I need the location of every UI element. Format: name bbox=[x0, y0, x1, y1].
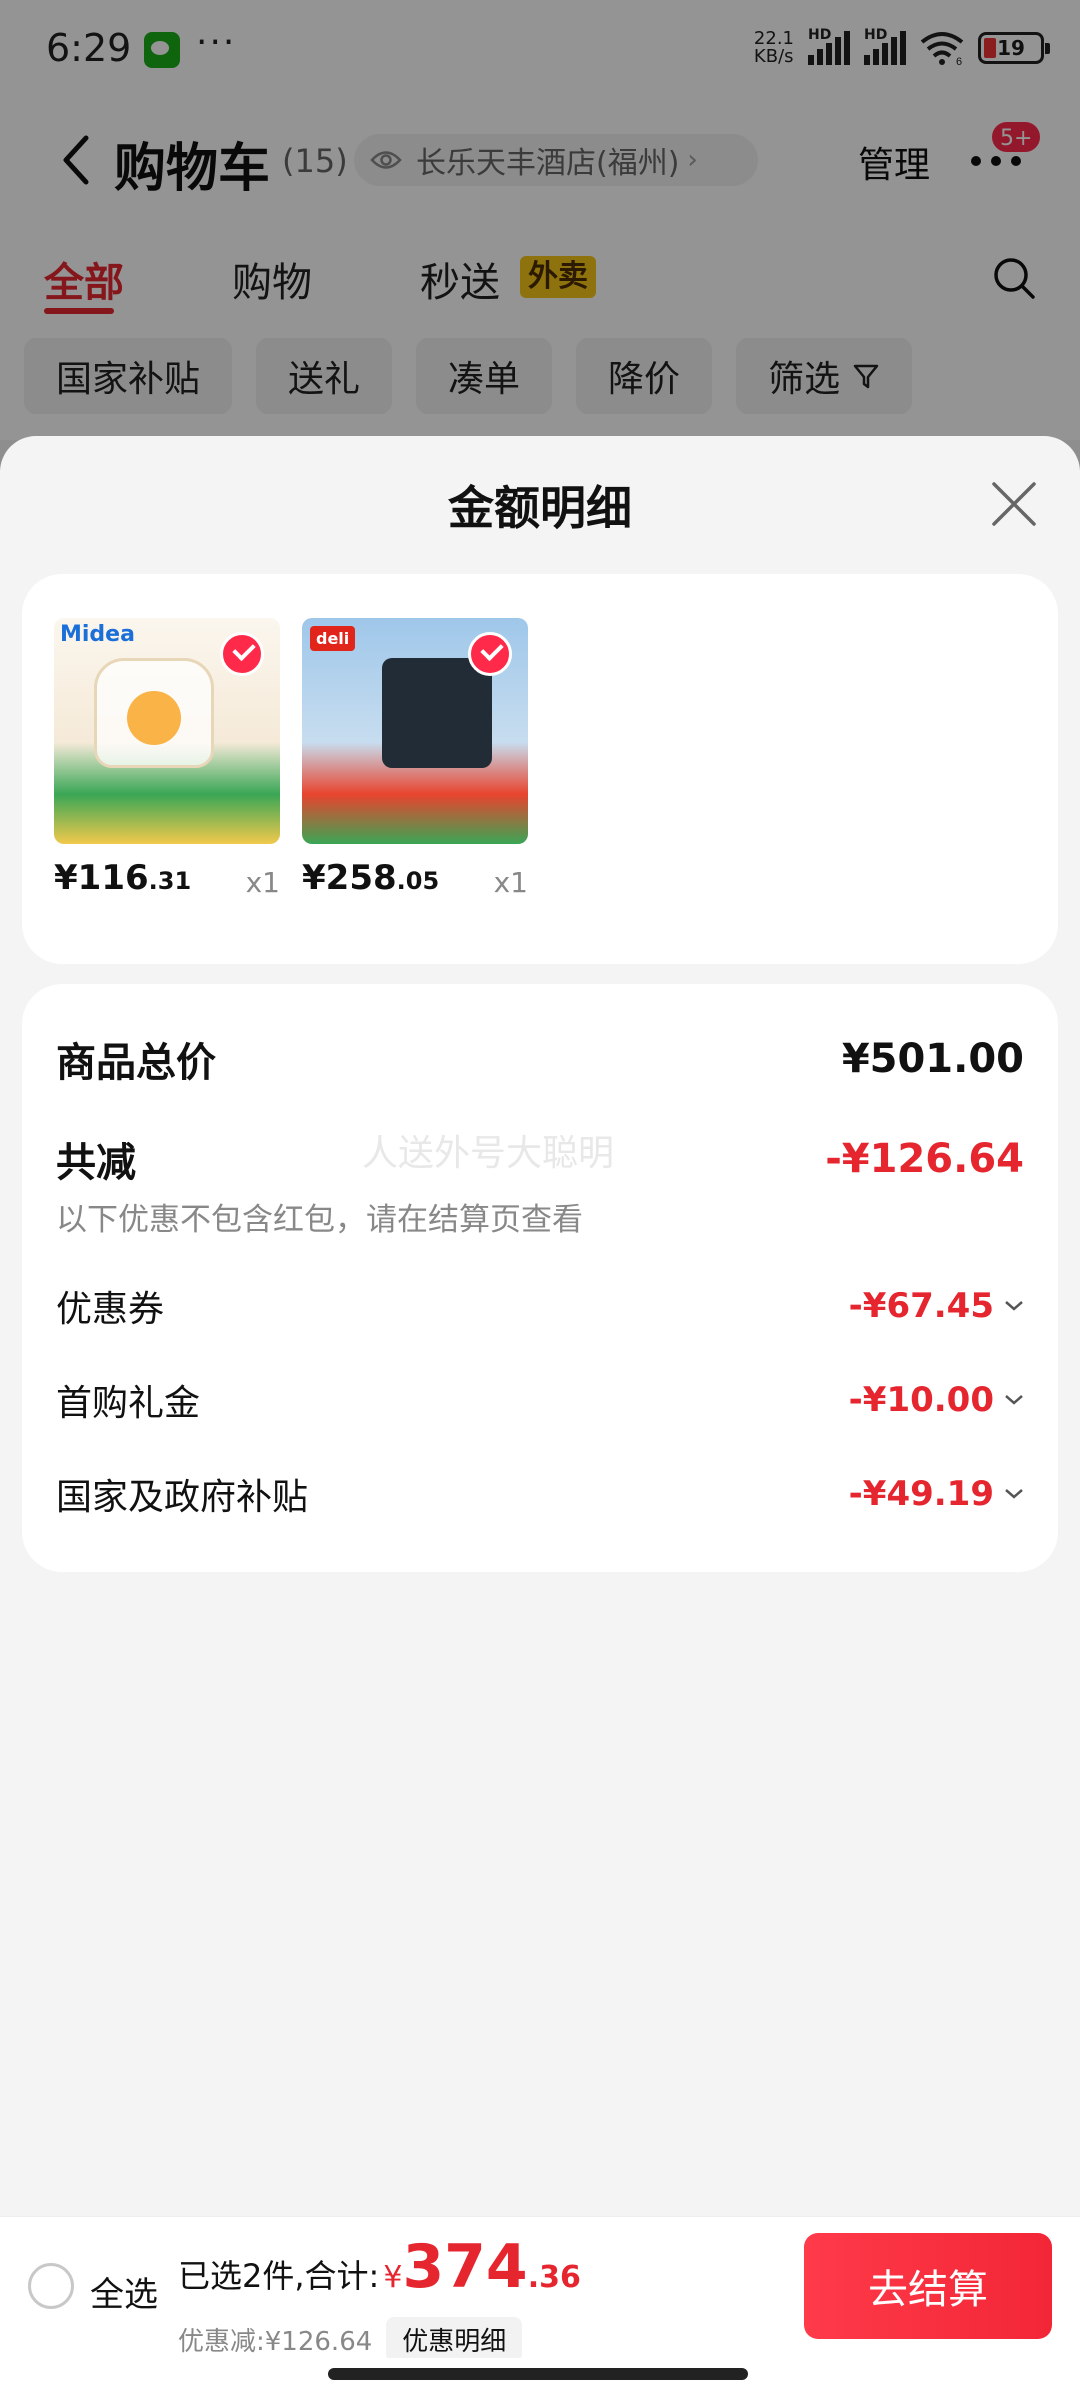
discount-detail-button[interactable]: 优惠明细 bbox=[386, 2317, 523, 2362]
product-image: Midea bbox=[54, 618, 280, 844]
brand-logo: deli bbox=[310, 626, 356, 651]
amount-detail-sheet: 金额明细 Midea ¥116.31 x1 deli ¥258.05 x1 人送… bbox=[0, 436, 1080, 2216]
product-item[interactable]: deli ¥258.05 x1 bbox=[302, 618, 530, 899]
select-all-label[interactable]: 全选 bbox=[90, 2267, 158, 2316]
first-purchase-gift-row[interactable]: 首购礼金 -¥10.00 bbox=[56, 1374, 1024, 1426]
total-integer: 374 bbox=[402, 2232, 528, 2302]
discount-summary: 优惠减:¥126.64 优惠明细 bbox=[178, 2317, 523, 2362]
product-quantity: x1 bbox=[493, 866, 528, 899]
price-decimal: .05 bbox=[396, 867, 440, 895]
product-image: deli bbox=[302, 618, 528, 844]
discount-amount: -¥49.19 bbox=[848, 1474, 994, 1514]
kettle-image bbox=[94, 658, 214, 768]
total-price-value: ¥501.00 bbox=[841, 1036, 1024, 1082]
select-all-radio[interactable] bbox=[28, 2263, 74, 2309]
total-price-row: 商品总价 ¥501.00 bbox=[56, 1030, 1024, 1088]
coupon-row[interactable]: 优惠券 -¥67.45 bbox=[56, 1280, 1024, 1332]
price-breakdown-card: 人送外号大聪明 商品总价 ¥501.00 共减 -¥126.64 以下优惠不包含… bbox=[22, 984, 1058, 1572]
chevron-down-icon bbox=[1005, 1301, 1023, 1311]
order-summary: 已选 2件,合计: ¥ 374 .36 bbox=[178, 2232, 581, 2302]
currency-symbol: ¥ bbox=[383, 2260, 403, 2295]
selected-products-card: Midea ¥116.31 x1 deli ¥258.05 x1 bbox=[22, 574, 1058, 964]
checkout-button[interactable]: 去结算 bbox=[804, 2233, 1052, 2339]
home-indicator[interactable] bbox=[328, 2368, 748, 2380]
product-quantity: x1 bbox=[245, 866, 280, 899]
chevron-down-icon bbox=[1005, 1489, 1023, 1499]
government-subsidy-row[interactable]: 国家及政府补贴 -¥49.19 bbox=[56, 1468, 1024, 1520]
discount-value: -¥10.00 bbox=[849, 1380, 1024, 1420]
total-decimal: .36 bbox=[527, 2260, 581, 2295]
chevron-down-icon bbox=[1005, 1395, 1023, 1405]
total-price-label: 商品总价 bbox=[56, 1040, 216, 1086]
discount-total: 优惠减:¥126.64 bbox=[178, 2327, 373, 2357]
discount-amount: -¥10.00 bbox=[848, 1380, 994, 1420]
price-decimal: .31 bbox=[148, 867, 192, 895]
selected-check-icon bbox=[220, 632, 264, 676]
product-item[interactable]: Midea ¥116.31 x1 bbox=[54, 618, 282, 899]
close-icon[interactable] bbox=[990, 480, 1038, 528]
checkout-bar: 全选 已选 2件,合计: ¥ 374 .36 优惠减:¥126.64 优惠明细 … bbox=[0, 2216, 1080, 2362]
discount-label: 国家及政府补贴 bbox=[56, 1477, 309, 1518]
brand-logo: Midea bbox=[60, 622, 135, 647]
discount-value: -¥67.45 bbox=[849, 1286, 1024, 1326]
total-reduction-value: -¥126.64 bbox=[825, 1136, 1024, 1182]
price-integer: ¥116 bbox=[54, 858, 149, 898]
summary-prefix: 已选 bbox=[178, 2257, 243, 2295]
total-reduction-label: 共减 bbox=[56, 1140, 136, 1186]
sheet-title: 金额明细 bbox=[448, 481, 632, 535]
discount-amount: -¥67.45 bbox=[848, 1286, 994, 1326]
machine-image bbox=[382, 658, 492, 768]
total-reduction-row: 共减 -¥126.64 bbox=[56, 1130, 1024, 1188]
selected-count: 2件,合计: bbox=[242, 2257, 380, 2295]
discount-value: -¥49.19 bbox=[849, 1474, 1024, 1514]
modal-overlay[interactable] bbox=[0, 0, 1080, 470]
discount-label: 首购礼金 bbox=[56, 1383, 201, 1424]
price-integer: ¥258 bbox=[302, 858, 397, 898]
discount-label: 优惠券 bbox=[56, 1289, 165, 1330]
selected-check-icon bbox=[468, 632, 512, 676]
reduction-note: 以下优惠不包含红包，请在结算页查看 bbox=[56, 1202, 583, 1238]
